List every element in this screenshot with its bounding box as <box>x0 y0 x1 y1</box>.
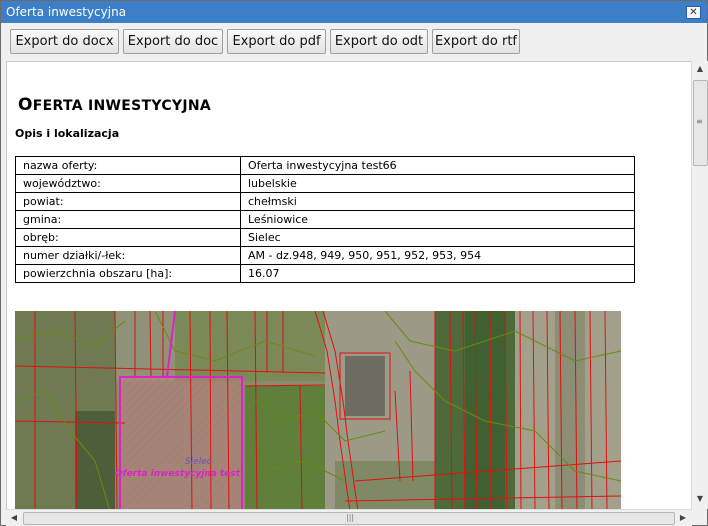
row-label: gmina: <box>15 210 241 229</box>
row-label: obręb: <box>15 228 241 247</box>
table-row: powiat: chełmski <box>15 192 635 211</box>
export-rtf-button[interactable]: Export do rtf <box>432 29 520 54</box>
vertical-scrollbar[interactable]: ▲ ≡ ▼ <box>691 61 708 509</box>
row-label: nazwa oferty: <box>15 156 241 175</box>
row-value: Sielec <box>240 228 635 247</box>
row-label: województwo: <box>15 174 241 193</box>
map-image <box>15 311 621 510</box>
table-row: obręb: Sielec <box>15 228 635 247</box>
window-title: Oferta inwestycyjna <box>6 5 127 19</box>
table-row: powierzchnia obszaru [ha]: 16.07 <box>15 264 635 283</box>
row-value: Leśniowice <box>240 210 635 229</box>
row-value: Oferta inwestycyjna test66 <box>240 156 635 175</box>
close-icon[interactable]: ✕ <box>686 6 701 19</box>
toolbar: Export do docx Export do doc Export do p… <box>1 23 707 61</box>
table-row: numer działki/-łek: AM - dz.948, 949, 950… <box>15 246 635 265</box>
location-map: Sielec Oferta inwestycyjna test <box>15 311 621 510</box>
table-row: gmina: Leśniowice <box>15 210 635 229</box>
dialog-window: Oferta inwestycyjna ✕ Export do docx Exp… <box>0 0 708 526</box>
row-label: powiat: <box>15 192 241 211</box>
scroll-right-icon[interactable]: ▶ <box>675 510 691 526</box>
table-row: województwo: lubelskie <box>15 174 635 193</box>
document-view[interactable]: OFERTA INWESTYCYJNA Opis i lokalizacja n… <box>6 61 693 510</box>
grip-icon: ||| <box>346 513 355 522</box>
export-docx-button[interactable]: Export do docx <box>10 29 119 54</box>
export-pdf-button[interactable]: Export do pdf <box>227 29 326 54</box>
row-value: chełmski <box>240 192 635 211</box>
map-place-label: Sielec <box>185 457 212 467</box>
title-bar[interactable]: Oferta inwestycyjna ✕ <box>1 1 707 23</box>
scroll-down-icon[interactable]: ▼ <box>692 491 708 507</box>
scroll-up-icon[interactable]: ▲ <box>692 61 708 77</box>
table-row: nazwa oferty: Oferta inwestycyjna test66 <box>15 156 635 175</box>
map-offer-label: Oferta inwestycyjna test <box>115 469 241 479</box>
section-heading: Opis i lokalizacja <box>15 127 120 140</box>
row-label: numer działki/-łek: <box>15 246 241 265</box>
info-table: nazwa oferty: Oferta inwestycyjna test66 … <box>15 156 635 283</box>
row-value: lubelskie <box>240 174 635 193</box>
horizontal-scrollbar[interactable]: ◀ ||| ▶ <box>6 509 692 526</box>
export-odt-button[interactable]: Export do odt <box>330 29 428 54</box>
row-value: AM - dz.948, 949, 950, 951, 952, 953, 95… <box>240 246 635 265</box>
row-label: powierzchnia obszaru [ha]: <box>15 264 241 283</box>
row-value: 16.07 <box>240 264 635 283</box>
grip-icon: ≡ <box>696 117 703 126</box>
scrollbar-corner <box>692 509 707 525</box>
scroll-left-icon[interactable]: ◀ <box>6 510 22 526</box>
document-title-initial: O <box>18 95 33 115</box>
document-title: OFERTA INWESTYCYJNA <box>18 95 211 115</box>
document-title-rest: FERTA INWESTYCYJNA <box>32 98 211 114</box>
export-doc-button[interactable]: Export do doc <box>123 29 223 54</box>
